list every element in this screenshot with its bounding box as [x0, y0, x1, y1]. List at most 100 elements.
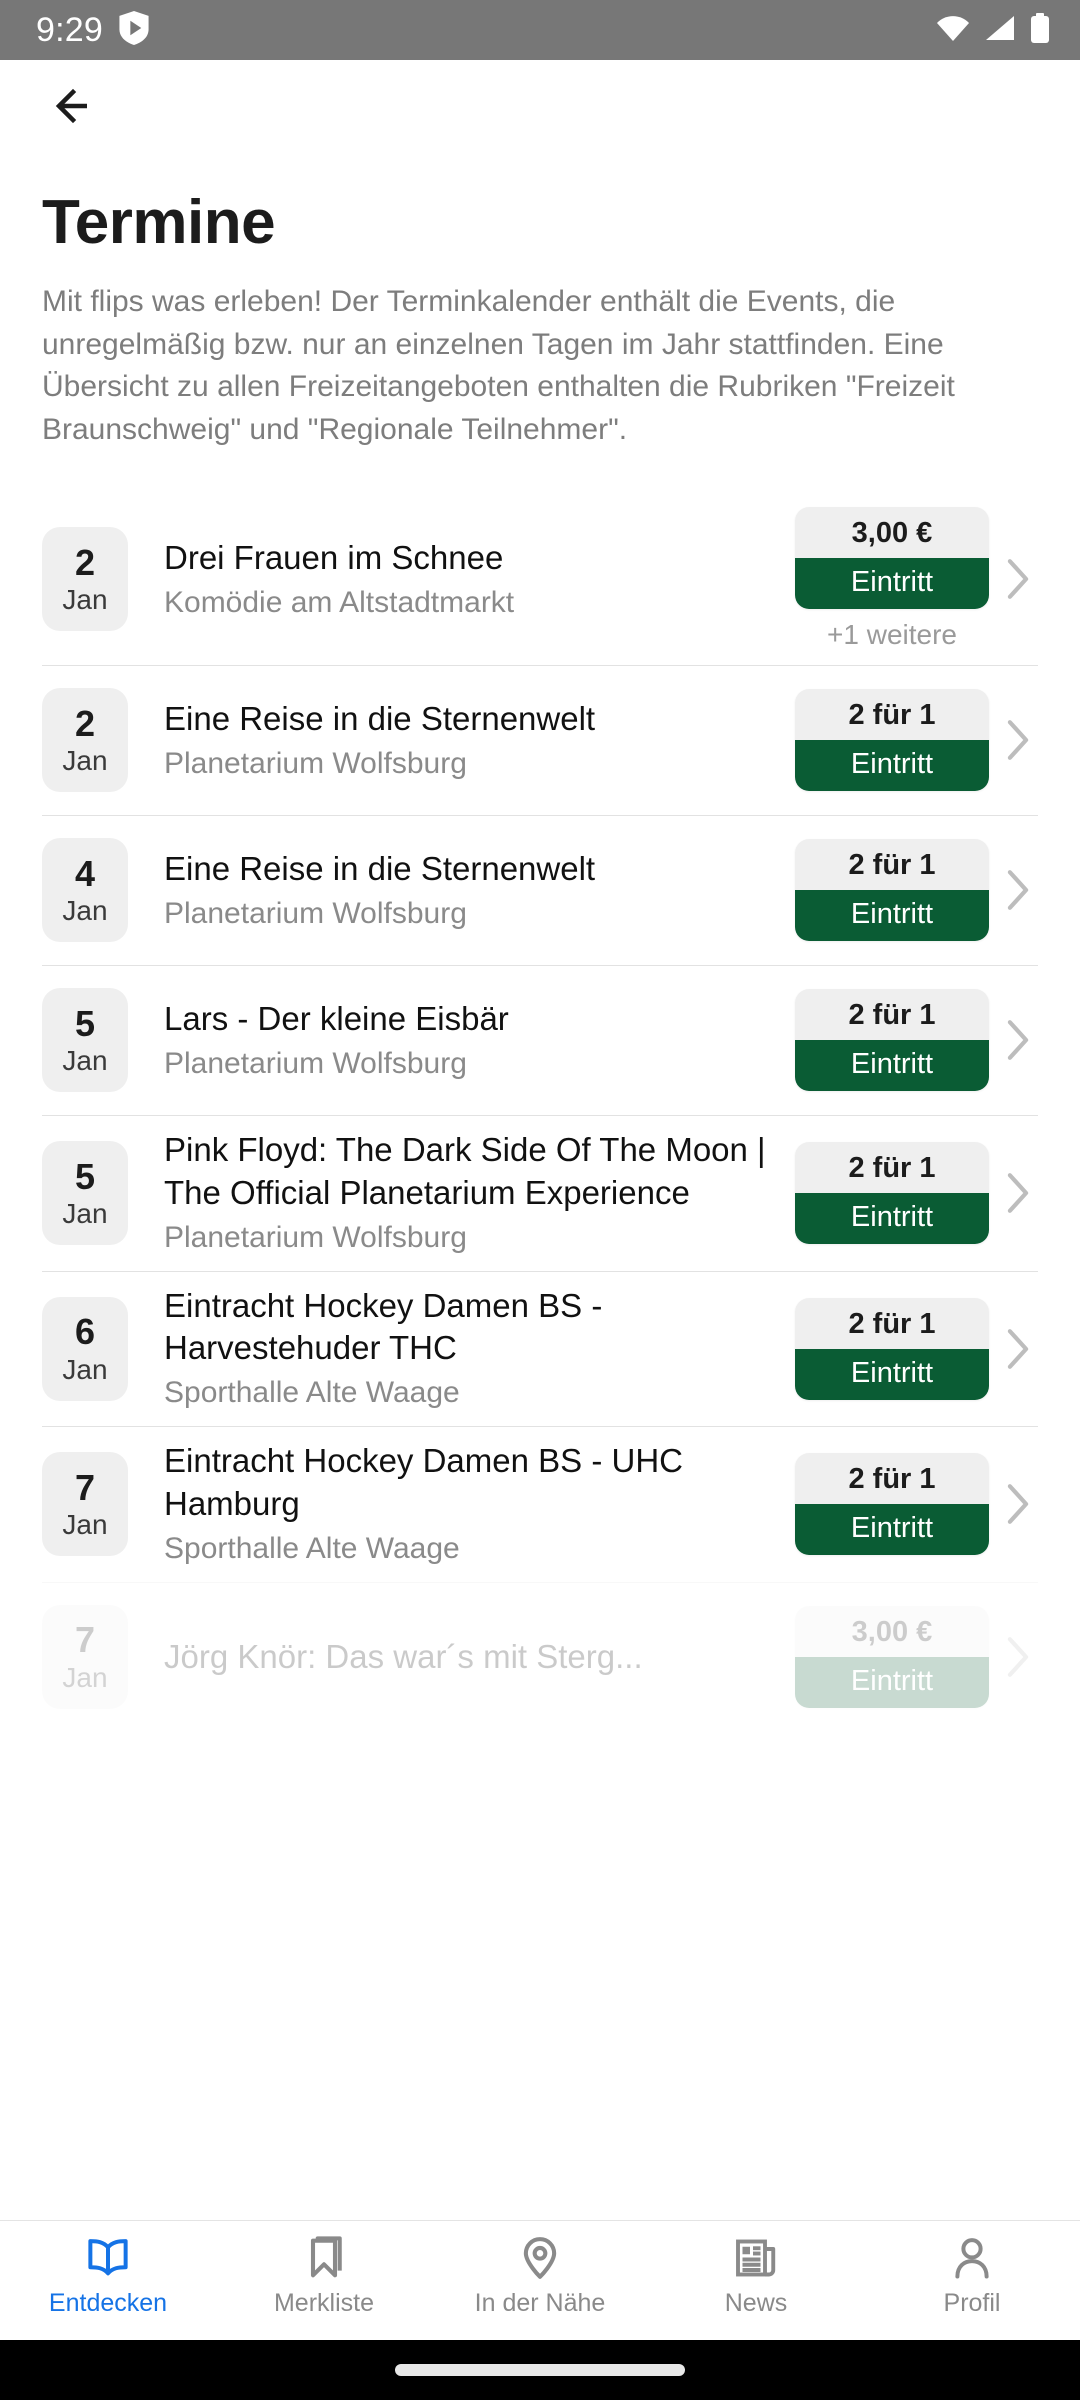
chevron-right-icon[interactable] — [998, 558, 1038, 600]
offer-badge: 2 für 1 Eintritt — [795, 989, 989, 1092]
gesture-pill[interactable] — [395, 2364, 685, 2376]
page-title: Termine — [42, 188, 276, 257]
status-bar: 9:29 — [0, 0, 1080, 60]
offer-badge-value: 2 für 1 — [795, 689, 989, 741]
offer-badge-type: Eintritt — [795, 1193, 989, 1245]
nav-item-label: In der Nähe — [474, 2289, 606, 2317]
offer-badge-value: 3,00 € — [795, 1605, 989, 1657]
event-date-day: 7 — [74, 1619, 96, 1661]
offer-badge-value: 2 für 1 — [795, 1142, 989, 1194]
chevron-right-icon[interactable] — [998, 1172, 1038, 1214]
event-title: Lars - Der kleine Eisbär — [164, 999, 509, 1037]
event-date-month: Jan — [62, 1509, 108, 1541]
offer-badge: 2 für 1 Eintritt — [795, 839, 989, 942]
offer-badge: 2 für 1 Eintritt — [795, 689, 989, 792]
event-date-day: 5 — [74, 1002, 96, 1044]
event-venue: Planetarium Wolfsburg — [164, 1047, 467, 1081]
offer-badge-type: Eintritt — [795, 1656, 989, 1708]
event-date-day: 7 — [74, 1466, 96, 1508]
event-venue: Sporthalle Alte Waage — [164, 1531, 460, 1565]
nav-item-label: Entdecken — [48, 2289, 168, 2317]
wifi-icon — [936, 14, 970, 47]
newspaper-icon — [735, 2235, 777, 2281]
event-offer-block: 2 für 1 Eintritt — [792, 989, 992, 1092]
event-text-block: Pink Floyd: The Dark Side Of The Moon | … — [128, 1129, 792, 1256]
event-date-chip: 4 Jan — [42, 838, 128, 943]
event-offer-block: 2 für 1 Eintritt — [792, 1453, 992, 1556]
event-title: Jörg Knör: Das war´s mit Sterg... — [164, 1637, 643, 1675]
offer-badge: 2 für 1 Eintritt — [795, 1297, 989, 1400]
nav-item-profil[interactable]: Profil — [864, 2235, 1080, 2316]
event-venue: Sporthalle Alte Waage — [164, 1376, 460, 1410]
event-offer-block: 2 für 1 Eintritt — [792, 1142, 992, 1245]
offer-badge-value: 2 für 1 — [795, 839, 989, 891]
nav-item-merkliste[interactable]: Merkliste — [216, 2235, 432, 2316]
event-row[interactable]: 2 Jan Eine Reise in die Sternenwelt Planeta… — [42, 665, 1038, 815]
event-date-month: Jan — [62, 1661, 108, 1693]
chevron-right-icon[interactable] — [998, 719, 1038, 761]
nav-item-news[interactable]: News — [648, 2235, 864, 2316]
offer-badge-type: Eintritt — [795, 890, 989, 942]
arrow-left-icon — [55, 86, 101, 131]
top-app-bar — [0, 60, 1080, 156]
event-date-chip: 5 Jan — [42, 988, 128, 1093]
nav-item-in-der-nähe[interactable]: In der Nähe — [432, 2235, 648, 2316]
event-row[interactable]: 5 Jan Pink Floyd: The Dark Side Of The Mo… — [42, 1115, 1038, 1270]
event-row[interactable]: 7 Jan Jörg Knör: Das war´s mit Sterg... 3,0… — [42, 1581, 1038, 1732]
event-title: Drei Frauen im Schnee — [164, 538, 504, 576]
person-icon — [952, 2235, 992, 2281]
location-pin-icon — [521, 2235, 559, 2281]
event-date-month: Jan — [62, 584, 108, 616]
chevron-right-icon[interactable] — [998, 1328, 1038, 1370]
event-offer-block: 3,00 € Eintritt — [792, 1605, 992, 1708]
event-date-month: Jan — [62, 1045, 108, 1077]
nav-item-entdecken[interactable]: Entdecken — [0, 2235, 216, 2316]
event-date-chip: 6 Jan — [42, 1296, 128, 1401]
event-row[interactable]: 2 Jan Drei Frauen im Schnee Komödie am Alts… — [42, 493, 1038, 665]
event-row[interactable]: 7 Jan Eintracht Hockey Damen BS - UHC Hamb… — [42, 1426, 1038, 1581]
offer-badge-value: 2 für 1 — [795, 1453, 989, 1505]
event-venue: Planetarium Wolfsburg — [164, 897, 467, 931]
chevron-right-icon[interactable] — [998, 1483, 1038, 1525]
event-date-chip: 7 Jan — [42, 1452, 128, 1557]
bookmark-icon — [303, 2235, 345, 2281]
event-text-block: Lars - Der kleine Eisbär Planetarium Wolf… — [128, 998, 792, 1083]
nav-item-label: Merkliste — [273, 2289, 374, 2317]
event-date-chip: 2 Jan — [42, 527, 128, 632]
event-text-block: Eine Reise in die Sternenwelt Planetarium… — [128, 848, 792, 933]
nav-item-label: Profil — [943, 2289, 1001, 2317]
event-row[interactable]: 5 Jan Lars - Der kleine Eisbär Planetarium … — [42, 965, 1038, 1115]
status-bar-left: 9:29 — [36, 10, 149, 50]
event-date-month: Jan — [62, 1353, 108, 1385]
event-date-day: 2 — [74, 541, 96, 583]
event-title: Pink Floyd: The Dark Side Of The Moon | … — [164, 1131, 766, 1211]
chevron-right-icon[interactable] — [998, 1019, 1038, 1061]
event-row[interactable]: 6 Jan Eintracht Hockey Damen BS - Harveste… — [42, 1270, 1038, 1426]
offer-badge-type: Eintritt — [795, 740, 989, 792]
event-title: Eine Reise in die Sternenwelt — [164, 699, 596, 737]
event-text-block: Jörg Knör: Das war´s mit Sterg... — [128, 1636, 792, 1678]
offer-badge-type: Eintritt — [795, 1504, 989, 1556]
event-text-block: Eintracht Hockey Damen BS - UHC Hamburg S… — [128, 1440, 792, 1567]
event-offer-block: 2 für 1 Eintritt — [792, 689, 992, 792]
offer-badge-value: 2 für 1 — [795, 989, 989, 1041]
offer-badge: 3,00 € Eintritt — [795, 1605, 989, 1708]
page-header: Termine Mit flips was erleben! Der Termi… — [0, 156, 1080, 451]
event-title: Eintracht Hockey Damen BS - UHC Hamburg — [164, 1442, 683, 1522]
event-offer-block: 2 für 1 Eintritt — [792, 839, 992, 942]
event-list: 2 Jan Drei Frauen im Schnee Komödie am Alts… — [0, 493, 1080, 1731]
event-date-month: Jan — [62, 895, 108, 927]
event-date-chip: 2 Jan — [42, 688, 128, 793]
status-bar-right — [936, 12, 1050, 48]
back-button[interactable] — [42, 72, 114, 144]
event-date-day: 4 — [74, 852, 96, 894]
chevron-right-icon[interactable] — [998, 1636, 1038, 1678]
offer-badge-value: 2 für 1 — [795, 1297, 989, 1349]
offer-badge-type: Eintritt — [795, 558, 989, 610]
chevron-right-icon[interactable] — [998, 869, 1038, 911]
event-title: Eintracht Hockey Damen BS - Harvestehude… — [164, 1286, 603, 1367]
offer-badge: 3,00 € Eintritt — [795, 507, 989, 610]
event-text-block: Drei Frauen im Schnee Komödie am Altstadt… — [128, 537, 792, 622]
event-row[interactable]: 4 Jan Eine Reise in die Sternenwelt Planeta… — [42, 815, 1038, 965]
event-offer-block: 3,00 € Eintritt +1 weitere — [792, 507, 992, 651]
